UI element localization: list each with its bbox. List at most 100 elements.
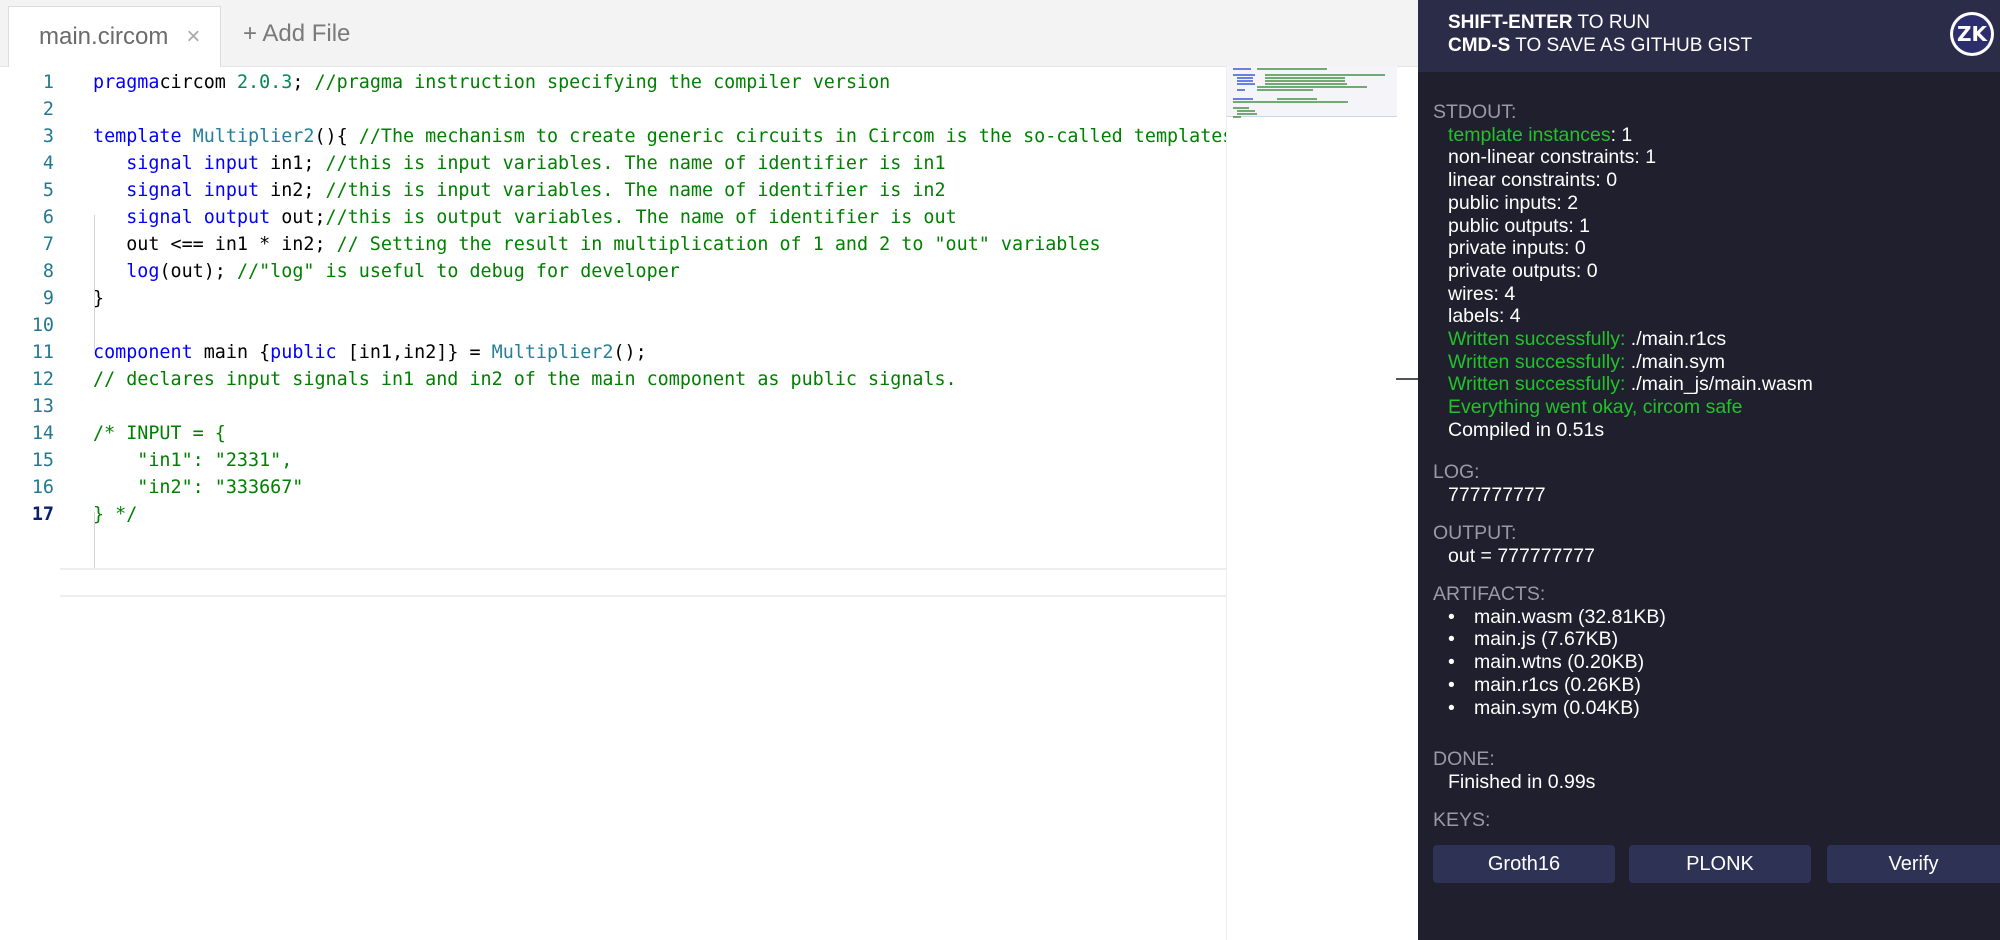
line-number: 13 [31, 396, 54, 417]
code-text: signal input in1; //this is input variab… [93, 150, 945, 177]
code-text: component main {public [in1,in2]} = Mult… [93, 339, 647, 366]
tab-main-circom[interactable]: main.circom × [8, 6, 221, 67]
code-line[interactable]: 11 component main {public [in1,in2]} = Mu… [0, 339, 1226, 366]
code-line[interactable]: 1 pragmacircom 2.0.3; //pragma instructio… [0, 69, 1226, 96]
log-value: 777777777 [1448, 483, 1546, 506]
line-number: 8 [42, 261, 54, 282]
save-hint: CMD-S TO SAVE AS GITHUB GIST [1448, 35, 1753, 56]
tab-bar: main.circom × + Add File [0, 0, 1418, 67]
code-line[interactable]: 8 log(out); //"log" is useful to debug f… [0, 258, 1226, 285]
code-line[interactable]: 15 "in1": "2331", [0, 447, 1226, 474]
panel-resize-handle[interactable] [1396, 378, 1418, 380]
artifact-item[interactable]: • main.wtns (0.20KB) [1433, 651, 1666, 674]
line-number: 5 [42, 180, 54, 201]
stdout-line: public inputs: 2 [1448, 191, 1579, 214]
line-number: 11 [31, 342, 54, 363]
stdout-line: Compiled in 0.51s [1448, 418, 1605, 441]
output-label: OUTPUT: [1433, 522, 1517, 544]
code-token: //The mechanism to create generic circui… [358, 126, 1234, 147]
code-line[interactable]: 14 /* INPUT = { [0, 420, 1226, 447]
artifacts-section: ARTIFACTS: • main.wasm (32.81KB) • main.js… [1433, 583, 1666, 719]
code-editor[interactable]: 1 pragmacircom 2.0.3; //pragma instructio… [0, 66, 1234, 940]
stdout-line: Written successfully: ./main_js/main.was… [1448, 373, 1813, 396]
groth16-button[interactable]: Groth16 [1433, 845, 1615, 883]
line-number: 2 [42, 99, 54, 120]
code-text: template Multiplier2(){ //The mechanism … [93, 123, 1233, 150]
line-number: 7 [42, 234, 54, 255]
code-token: Multiplier2 [192, 126, 315, 147]
code-line[interactable]: 12 // declares input signals in1 and in2 … [0, 366, 1226, 393]
stdout-line: linear constraints: 0 [1448, 169, 1618, 192]
code-token: "in1": "2331", [93, 450, 293, 471]
code-text: out <== in1 * in2; // Setting the result… [93, 231, 1100, 258]
tab-label: main.circom [39, 23, 169, 50]
code-line[interactable]: 17} */ [0, 501, 1226, 528]
code-token: template [93, 126, 193, 147]
stdout-line: non-linear constraints: 1 [1448, 146, 1657, 169]
stdout-line: Written successfully: ./main.sym [1448, 350, 1726, 373]
code-token: ; [292, 72, 315, 93]
add-file-button[interactable]: + Add File [243, 20, 350, 48]
line-number: 15 [31, 450, 54, 471]
code-text: pragmacircom 2.0.3; //pragma instruction… [93, 69, 890, 96]
artifact-item[interactable]: • main.r1cs (0.26KB) [1433, 674, 1666, 697]
code-token: } [93, 288, 105, 309]
code-token: signal input [126, 153, 271, 174]
output-panel: SHIFT-ENTER TO RUN CMD-S TO SAVE AS GITH… [1418, 0, 2000, 940]
code-token: //this is input variables. The name of i… [325, 180, 946, 201]
line-number: 1 [42, 72, 54, 93]
active-line-highlight [60, 568, 1226, 597]
stdout-line: public outputs: 1 [1448, 214, 1591, 237]
artifact-item[interactable]: • main.sym (0.04KB) [1433, 697, 1666, 720]
keys-section: KEYS: [1433, 809, 1490, 832]
code-token: } */ [93, 504, 138, 525]
code-token: //pragma instruction specifying the comp… [314, 72, 891, 93]
artifact-item[interactable]: • main.js (7.67KB) [1433, 628, 1666, 651]
code-line[interactable]: 5 signal input in2; //this is input vari… [0, 177, 1226, 204]
code-text: "in1": "2331", [93, 447, 292, 474]
code-line[interactable]: 6 signal output out;//this is output var… [0, 204, 1226, 231]
stdout-line: private outputs: 0 [1448, 259, 1598, 282]
code-token: "in2": "333667" [93, 477, 304, 498]
done-section: DONE: Finished in 0.99s [1433, 748, 1595, 793]
code-line[interactable]: 2 [0, 96, 1226, 123]
line-number: 9 [42, 288, 54, 309]
code-line[interactable]: 13 [0, 393, 1226, 420]
panel-header: SHIFT-ENTER TO RUN CMD-S TO SAVE AS GITH… [1418, 0, 2000, 72]
line-number: 3 [42, 126, 54, 147]
code-token: log [126, 261, 160, 282]
code-token: signal output [126, 207, 282, 228]
code-token: (out); [159, 261, 237, 282]
minimap[interactable] [1226, 66, 1397, 940]
code-line[interactable]: 10 [0, 312, 1226, 339]
line-number: 4 [42, 153, 54, 174]
stdout-line: wires: 4 [1448, 282, 1516, 305]
line-number: 10 [31, 315, 54, 336]
code-token: out; [281, 207, 326, 228]
code-token: (){ [314, 126, 359, 147]
code-text: /* INPUT = { [93, 420, 226, 447]
stdout-line: Everything went okay, circom safe [1448, 396, 1743, 419]
code-token: pragma [93, 72, 160, 93]
code-line[interactable]: 9} [0, 285, 1226, 312]
done-label: DONE: [1433, 748, 1495, 770]
code-line[interactable]: 7 out <== in1 * in2; // Setting the resu… [0, 231, 1226, 258]
code-token: signal input [126, 180, 271, 201]
code-token: out <== in1 * in2; [93, 234, 337, 255]
plonk-button[interactable]: PLONK [1629, 845, 1811, 883]
zk-logo[interactable]: ZK [1950, 12, 1994, 56]
line-number: 12 [31, 369, 54, 390]
stdout-section: STDOUT: template instances: 1 non-linear… [1433, 101, 1813, 442]
verify-button[interactable]: Verify [1827, 845, 2000, 883]
artifact-item[interactable]: • main.wasm (32.81KB) [1433, 606, 1666, 629]
code-line[interactable]: 16 "in2": "333667" [0, 474, 1226, 501]
line-number: 14 [31, 423, 54, 444]
code-line[interactable]: 3 template Multiplier2(){ //The mechanism… [0, 123, 1234, 150]
logo-mark: ZK [1953, 15, 1991, 53]
code-line[interactable]: 4 signal input in1; //this is input vari… [0, 150, 1226, 177]
close-icon[interactable]: × [186, 23, 200, 51]
code-token: in1; [270, 153, 326, 174]
